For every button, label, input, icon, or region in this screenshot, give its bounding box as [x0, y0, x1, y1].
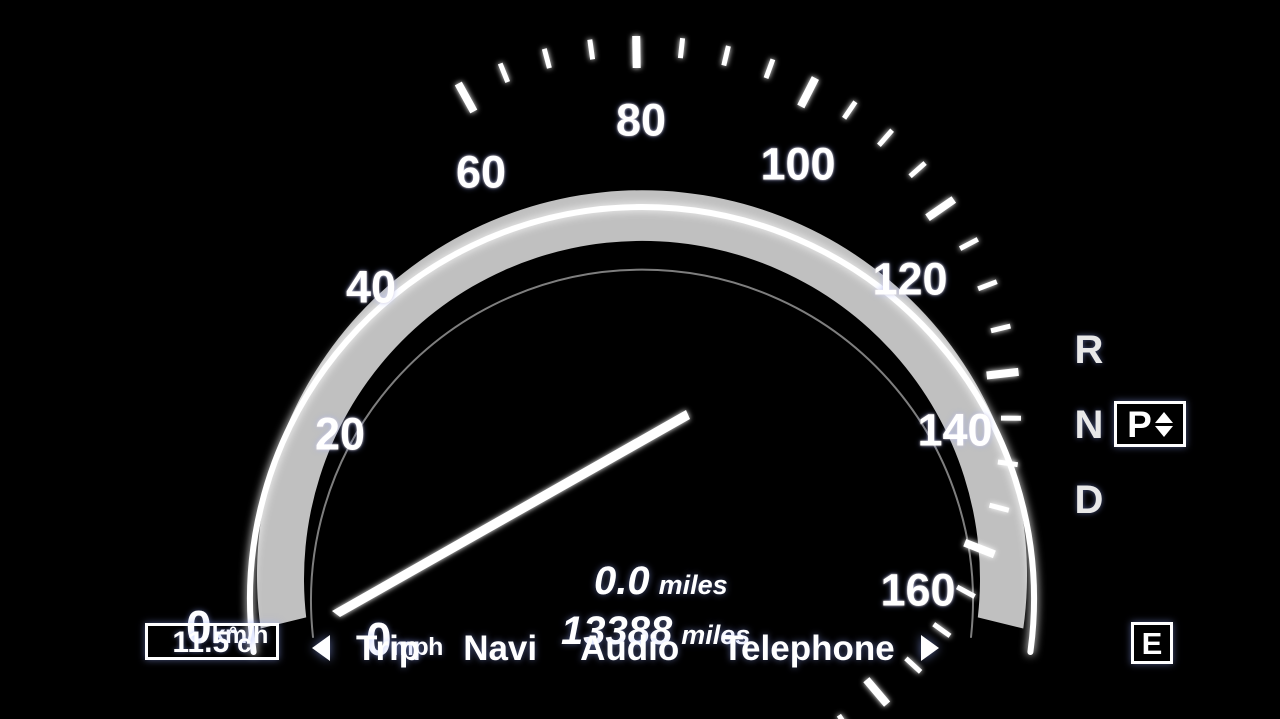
gauge-scale-label-80: 80	[615, 94, 667, 146]
menu-item-audio[interactable]: Audio	[580, 631, 679, 666]
fuel-empty-letter: E	[1141, 625, 1163, 661]
menu-item-trip[interactable]: Trip	[356, 631, 420, 666]
gear-shift-arrows	[1154, 411, 1173, 437]
menu-item-navi[interactable]: Navi	[463, 631, 537, 666]
trip-meter: 0.0 miles	[594, 561, 728, 601]
gauge-scale-label-40: 40	[345, 261, 397, 313]
gear-position-r: R	[1074, 328, 1104, 372]
triangle-down-icon	[1154, 425, 1173, 437]
menu-item-list: Trip Navi Audio Telephone	[356, 631, 895, 666]
fuel-empty-indicator: E	[1131, 622, 1173, 664]
gauge-scale-label-20: 20	[314, 408, 366, 460]
degree-symbol: °	[229, 624, 238, 646]
trip-meter-value: 0.0	[594, 559, 650, 603]
current-gear-letter: P	[1127, 403, 1152, 445]
gear-position-d: D	[1074, 478, 1104, 522]
gauge-scale-label-60: 60	[455, 146, 507, 198]
trip-meter-unit: miles	[658, 570, 728, 600]
gauge-scale-label-140: 140	[917, 404, 993, 456]
temperature-number: 11.5	[172, 626, 230, 659]
gauge-scale-label-100: 100	[760, 138, 836, 190]
gauge-scale-label-160: 160	[880, 564, 956, 616]
triangle-right-icon[interactable]	[920, 635, 939, 661]
gauge-scale-label-120: 120	[872, 253, 948, 305]
instrument-cluster: 20 40 60 80 100 120 140 160 0km/h 0mph 0.0 miles…	[0, 0, 1280, 719]
triangle-up-icon	[1154, 411, 1173, 423]
temperature-unit: c	[237, 628, 252, 658]
gear-position-list: R N D	[1070, 330, 1108, 520]
outside-temperature-value: 11.5°c	[172, 625, 251, 658]
triangle-left-icon[interactable]	[312, 635, 330, 661]
menu-bar: Trip Navi Audio Telephone	[312, 622, 992, 674]
outside-temperature-box: 11.5°c	[145, 623, 279, 660]
gear-position-n: N	[1074, 403, 1104, 447]
menu-item-telephone[interactable]: Telephone	[722, 631, 894, 666]
current-gear-indicator: P	[1114, 401, 1186, 447]
